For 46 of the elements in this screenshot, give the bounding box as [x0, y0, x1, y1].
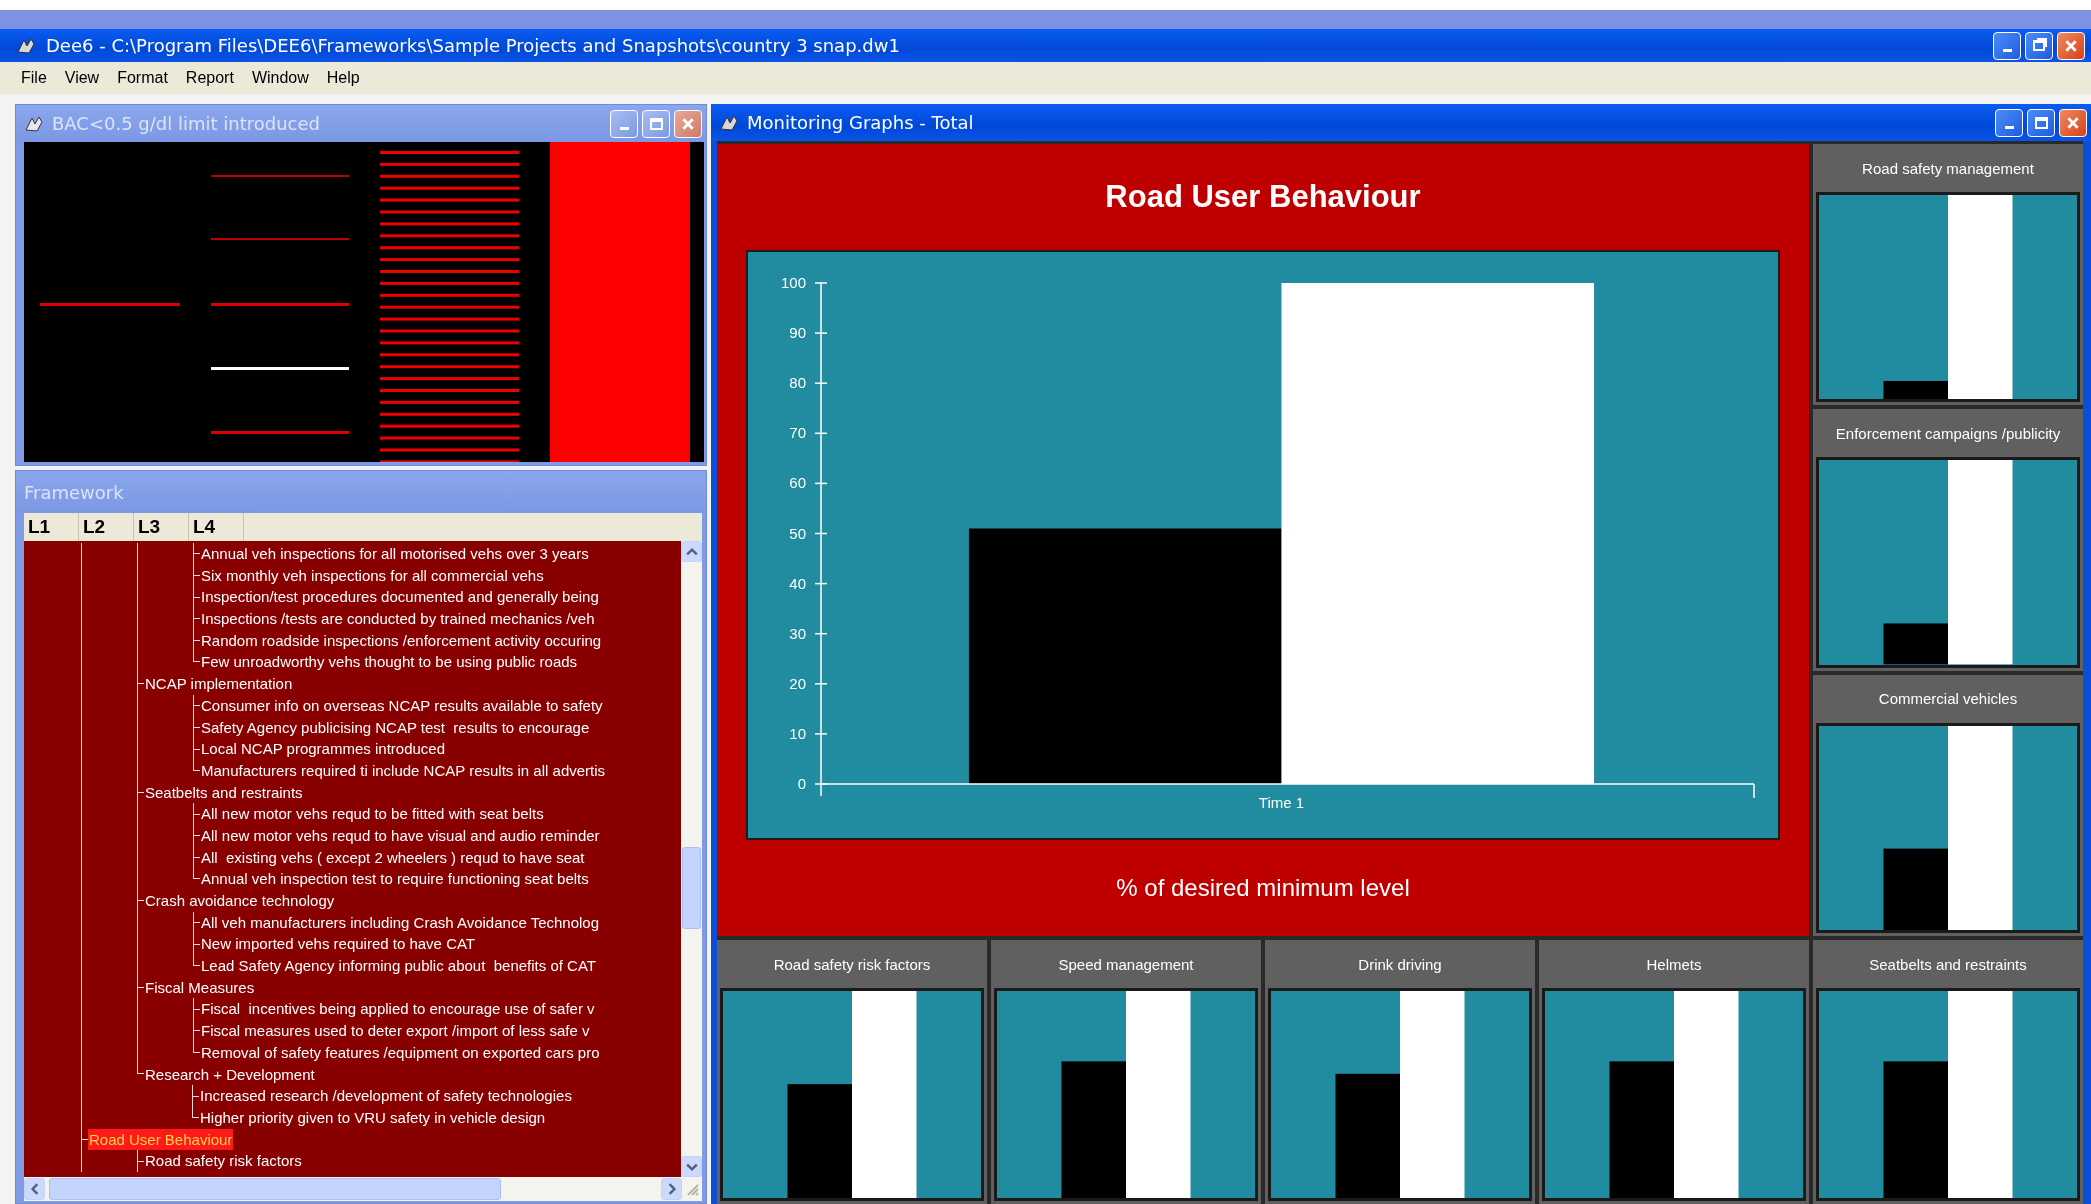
tick-label: 90	[789, 324, 806, 342]
menu-item[interactable]: Help	[317, 67, 369, 89]
chart-title: Road User Behaviour	[1104, 178, 1422, 216]
window-title: Dee6 - C:\Program Files\DEE6\Frameworks\Sample Projects and Snapshots\country 3 snap.dw1	[46, 35, 900, 56]
menu-item[interactable]: File	[12, 67, 56, 89]
close-icon	[2064, 38, 2078, 53]
chevron-left-icon	[28, 1183, 41, 1195]
tick-label: 10	[789, 724, 806, 742]
close-icon	[2066, 115, 2080, 130]
close-button[interactable]	[2059, 108, 2087, 137]
window-title: Monitoring Graphs - Total	[747, 112, 974, 133]
menu-item[interactable]: Format	[108, 67, 177, 89]
chart-title: Enforcement campaigns /publicity	[1834, 423, 2062, 444]
menu-item[interactable]: Report	[176, 67, 243, 89]
chevron-up-icon	[685, 545, 698, 558]
chart-title: Road safety risk factors	[772, 954, 932, 975]
chart-title: Road safety management	[1861, 158, 2035, 179]
category-label: Time 1	[1258, 794, 1305, 811]
window-title: Framework	[24, 481, 124, 503]
window-title: BAC<0.5 g/dl limit introduced	[52, 113, 320, 134]
minimize-button[interactable]	[1993, 31, 2021, 60]
tick-label: 20	[789, 674, 806, 692]
chart-title: Helmets	[1645, 954, 1703, 975]
tick-label: 60	[789, 474, 806, 492]
minimize-button[interactable]	[1995, 108, 2023, 137]
chart-title: Drink driving	[1357, 954, 1443, 975]
tick-label: 30	[789, 624, 806, 642]
axis-title: % of desired minimum level	[1115, 873, 1411, 903]
tick-label: 40	[789, 574, 806, 592]
scrollbar-thumb[interactable]	[682, 847, 701, 929]
menu-item[interactable]: Window	[242, 67, 318, 89]
close-icon	[681, 116, 695, 131]
chart-title: Seatbelts and restraints	[1868, 954, 2028, 975]
chart-title: Speed management	[1057, 954, 1195, 975]
restore-button[interactable]	[2025, 31, 2053, 60]
tick-label: 80	[789, 374, 806, 392]
tick-label: 100	[780, 274, 806, 291]
chart-title: Commercial vehicles	[1877, 689, 2019, 710]
menu-item[interactable]: View	[55, 67, 109, 89]
tick-label: 50	[789, 524, 806, 542]
tick-label: 0	[797, 775, 806, 792]
maximize-button[interactable]	[2027, 108, 2055, 137]
scroll-down-button[interactable]	[681, 1156, 702, 1177]
close-button[interactable]	[2057, 31, 2085, 60]
scroll-up-button[interactable]	[681, 541, 702, 562]
tick-label: 70	[789, 424, 806, 442]
